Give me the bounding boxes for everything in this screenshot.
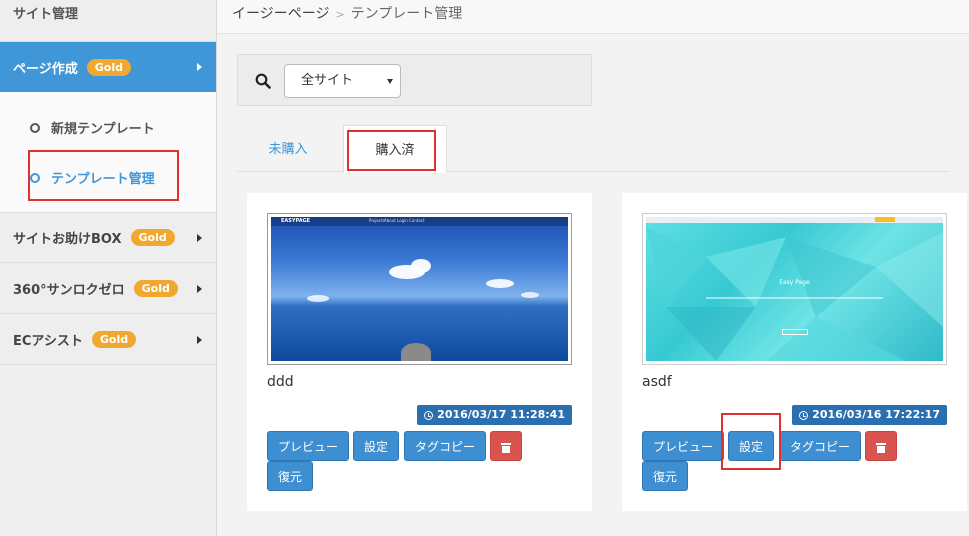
main-content: イージーページ > テンプレート管理 全サイト 未購入 購入済 EASYPAGE P…	[217, 0, 969, 536]
delete-button[interactable]	[865, 431, 897, 461]
sidebar-item-360[interactable]: 360°サンロクゼロ Gold	[0, 264, 216, 314]
gold-badge: Gold	[130, 229, 175, 246]
template-name: asdf	[642, 374, 672, 390]
sidebar-item-ec-assist[interactable]: ECアシスト Gold	[0, 315, 216, 365]
sidebar-item-page-create[interactable]: ページ作成 Gold	[0, 42, 216, 92]
thumb-text-line	[706, 297, 883, 299]
filter-bar: 全サイト	[237, 54, 592, 106]
thumb-nav-item: Login	[397, 218, 408, 223]
sidebar-item-label: ECアシスト	[13, 334, 83, 349]
template-thumbnail[interactable]: Easy Page	[642, 213, 947, 365]
preview-button[interactable]: プレビュー	[642, 431, 724, 461]
cloud-shape	[411, 259, 431, 273]
date-badge: 2016/03/17 11:28:41	[417, 405, 572, 425]
chevron-right-icon	[197, 335, 202, 344]
sidebar-item-label: ページ作成	[13, 61, 78, 77]
delete-button[interactable]	[490, 431, 522, 461]
site-select[interactable]: 全サイト	[284, 64, 401, 98]
gold-badge: Gold	[133, 280, 178, 297]
template-thumbnail[interactable]: EASYPAGE Projects About Login Contact	[267, 213, 572, 365]
thumb-brand: EASYPAGE	[281, 218, 311, 224]
breadcrumb-root[interactable]: イージーページ	[232, 6, 329, 22]
restore-button[interactable]: 復元	[267, 461, 313, 491]
sidebar-item-site-help-box[interactable]: サイトお助けBOX Gold	[0, 213, 216, 263]
polygon-pattern	[646, 227, 943, 361]
highlight-box	[721, 413, 781, 470]
thumb-button-shape	[782, 329, 808, 335]
gold-badge: Gold	[86, 58, 131, 76]
chevron-right-icon	[197, 63, 202, 71]
tag-copy-button[interactable]: タグコピー	[779, 431, 861, 461]
thumb-nav-item: About	[384, 218, 396, 223]
site-select-value: 全サイト	[301, 73, 354, 88]
settings-button[interactable]: 設定	[353, 431, 399, 461]
thumb-title: Easy Page	[779, 279, 810, 286]
trash-icon	[876, 443, 886, 453]
breadcrumb: イージーページ > テンプレート管理	[217, 0, 969, 34]
caret-down-icon	[387, 79, 393, 84]
cloud-shape	[307, 295, 329, 302]
breadcrumb-separator-icon: >	[335, 8, 345, 21]
sidebar-title: サイト管理	[0, 0, 216, 42]
cloud-shape	[521, 292, 539, 298]
tag-copy-button[interactable]: タグコピー	[404, 431, 486, 461]
subitem-label: 新規テンプレート	[51, 122, 155, 137]
thumb-nav-item: Projects	[369, 218, 385, 223]
template-card: Easy Page asdf 2016/03/16 17:22:17 プレビュー…	[622, 193, 967, 511]
gold-badge: Gold	[91, 331, 137, 348]
date-text: 2016/03/17 11:28:41	[437, 408, 565, 421]
clock-icon	[424, 410, 434, 420]
rock-shape	[401, 343, 431, 361]
cloud-shape	[486, 279, 514, 288]
clock-icon	[799, 410, 809, 420]
sidebar-subitem-new-template[interactable]: 新規テンプレート	[30, 118, 155, 137]
breadcrumb-current: テンプレート管理	[350, 6, 463, 22]
restore-button[interactable]: 復元	[642, 461, 688, 491]
highlight-box	[28, 150, 179, 201]
trash-icon	[501, 443, 511, 453]
sidebar: サイト管理 ページ作成 Gold 新規テンプレート テンプレート管理 サイトお助…	[0, 0, 217, 536]
template-name: ddd	[267, 374, 294, 390]
chevron-right-icon	[197, 233, 202, 242]
date-text: 2016/03/16 17:22:17	[812, 408, 940, 421]
search-icon[interactable]	[255, 73, 271, 89]
highlight-box	[347, 130, 436, 171]
tab-bar: 未購入 購入済	[237, 125, 949, 173]
circle-icon	[30, 122, 40, 133]
preview-button[interactable]: プレビュー	[267, 431, 349, 461]
tab-unpurchased[interactable]: 未購入	[247, 125, 329, 172]
chevron-right-icon	[197, 284, 202, 293]
sidebar-item-label: サイトお助けBOX	[13, 232, 122, 247]
date-badge: 2016/03/16 17:22:17	[792, 405, 947, 425]
thumb-navbar: EASYPAGE Projects About Login Contact	[271, 217, 568, 226]
template-card: EASYPAGE Projects About Login Contact dd…	[247, 193, 592, 511]
thumb-nav-item: Contact	[409, 218, 425, 223]
sidebar-item-label: 360°サンロクゼロ	[13, 283, 125, 298]
